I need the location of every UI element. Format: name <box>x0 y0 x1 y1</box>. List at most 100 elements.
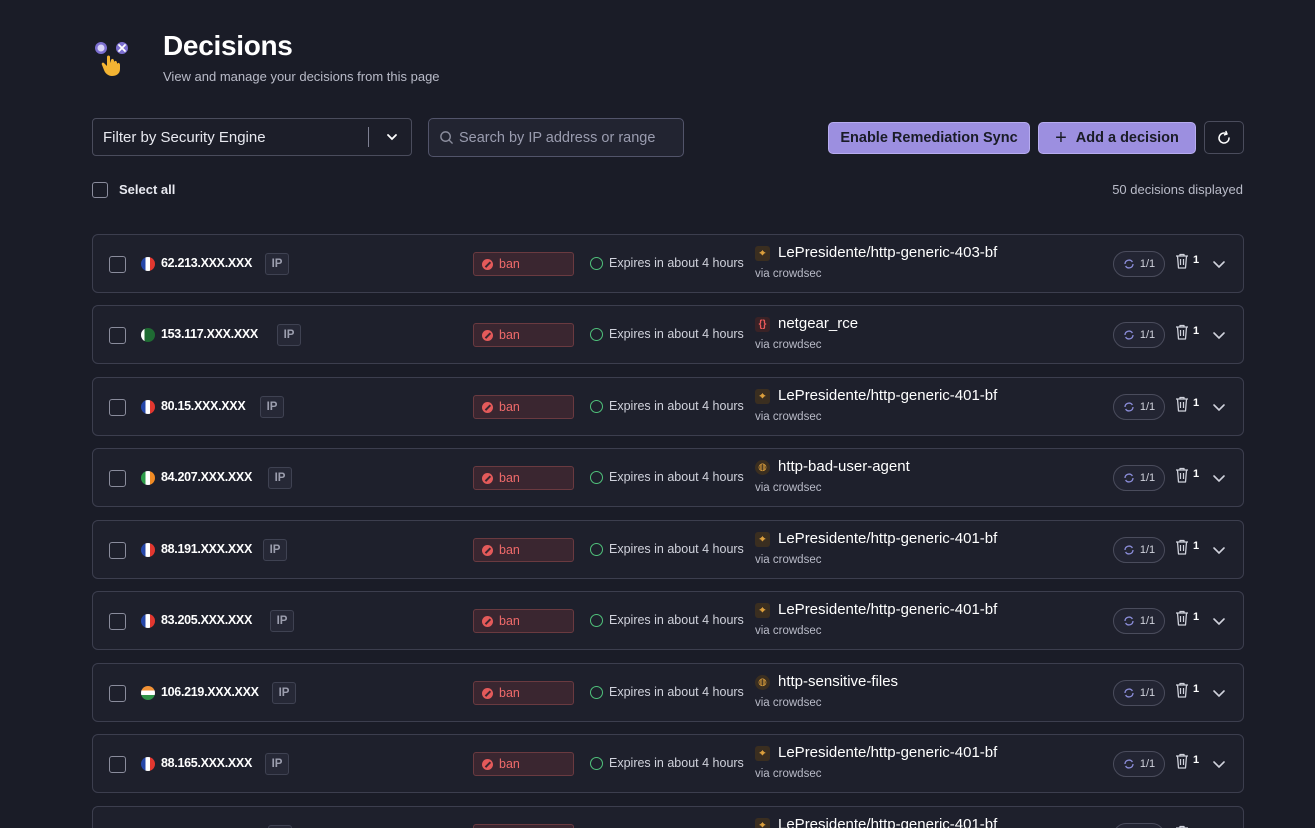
sync-status-pill[interactable]: 1/1 <box>1113 322 1165 348</box>
search-field[interactable] <box>428 118 684 157</box>
chevron-down-icon[interactable] <box>1211 542 1227 558</box>
row-checkbox[interactable] <box>109 613 126 630</box>
chevron-down-icon[interactable] <box>1211 613 1227 629</box>
ip-address: 88.165.XXX.XXX <box>161 756 253 770</box>
sync-icon <box>1124 330 1134 340</box>
decisions-page: Decisions View and manage your decisions… <box>0 0 1315 828</box>
sync-icon <box>1124 473 1134 483</box>
sync-status-pill[interactable]: 1/1 <box>1113 465 1165 491</box>
scenario-name[interactable]: LePresidente/http-generic-401-bf <box>778 530 997 547</box>
scenario-name[interactable]: LePresidente/http-generic-401-bf <box>778 387 997 404</box>
ban-icon <box>482 258 493 270</box>
scenario-name[interactable]: netgear_rce <box>778 315 858 332</box>
decision-pointer-icon <box>95 42 128 76</box>
chevron-down-icon[interactable] <box>1211 399 1227 415</box>
action-label: ban <box>499 400 520 414</box>
action-badge: ban <box>473 609 574 633</box>
enable-remediation-sync-button[interactable]: Enable Remediation Sync <box>828 122 1030 154</box>
trash-icon[interactable] <box>1175 396 1189 412</box>
sync-status-pill[interactable]: 1/1 <box>1113 608 1165 634</box>
expiration-icon <box>590 686 603 699</box>
trash-icon[interactable] <box>1175 539 1189 555</box>
select-all-checkbox[interactable] <box>92 182 108 198</box>
security-engine-filter[interactable]: Filter by Security Engine <box>92 118 412 156</box>
refresh-button[interactable] <box>1204 121 1244 154</box>
decision-row[interactable]: 88.165.XXX.XXX IP ban Expires in about 4 ho… <box>92 734 1244 793</box>
decision-row[interactable]: 84.207.XXX.XXX IP ban Expires in about 4 ho… <box>92 448 1244 507</box>
country-flag-icon <box>141 543 155 557</box>
action-badge: ban <box>473 395 574 419</box>
delete-count: 1 <box>1193 540 1200 552</box>
row-checkbox[interactable] <box>109 756 126 773</box>
sync-status-pill[interactable]: 1/1 <box>1113 751 1165 777</box>
row-checkbox[interactable] <box>109 327 126 344</box>
expiration-icon <box>590 400 603 413</box>
action-badge: ban <box>473 538 574 562</box>
scenario-name[interactable]: LePresidente/http-generic-401-bf <box>778 601 997 618</box>
decision-row[interactable]: 80.15.XXX.XXX IP ban Expires in about 4 hou… <box>92 377 1244 436</box>
decision-row[interactable]: 83.205.XXX.XXX IP ban Expires in about 4 ho… <box>92 591 1244 650</box>
sync-icon <box>1124 616 1134 626</box>
decision-row[interactable]: 62.213.XXX.XXX IP ban Expires in about 4 ho… <box>92 234 1244 293</box>
filter-label: Filter by Security Engine <box>103 128 266 146</box>
scope-tag: IP <box>260 396 284 418</box>
ban-icon <box>482 758 493 770</box>
chevron-down-icon[interactable] <box>1211 327 1227 343</box>
cve-icon: {} <box>755 317 770 332</box>
page-title: Decisions <box>163 30 293 61</box>
sync-status-pill[interactable]: 1/1 <box>1113 537 1165 563</box>
trash-icon[interactable] <box>1175 467 1189 483</box>
trash-icon[interactable] <box>1175 610 1189 626</box>
sync-count: 1/1 <box>1139 329 1156 341</box>
country-flag-icon <box>141 257 155 271</box>
decision-row[interactable]: IPban⌖LePresidente/http-generic-401-bf <box>92 806 1244 828</box>
trash-icon[interactable] <box>1175 682 1189 698</box>
scenario-source: via crowdsec <box>755 554 822 566</box>
sync-count: 1/1 <box>1139 544 1156 556</box>
scenario-name[interactable]: LePresidente/http-generic-401-bf <box>778 816 997 828</box>
row-checkbox[interactable] <box>109 256 126 273</box>
sync-status-pill[interactable] <box>1113 823 1165 828</box>
trash-icon[interactable] <box>1175 324 1189 340</box>
row-checkbox[interactable] <box>109 542 126 559</box>
scenario-name[interactable]: LePresidente/http-generic-401-bf <box>778 744 997 761</box>
ban-icon <box>482 544 493 556</box>
action-label: ban <box>499 757 520 771</box>
scenario-name[interactable]: http-bad-user-agent <box>778 458 910 475</box>
chevron-down-icon[interactable] <box>1211 256 1227 272</box>
scenario-name[interactable]: LePresidente/http-generic-403-bf <box>778 244 997 261</box>
decision-row[interactable]: 153.117.XXX.XXX IP ban Expires in about 4 h… <box>92 305 1244 364</box>
scenario-name[interactable]: http-sensitive-files <box>778 673 898 690</box>
action-label: ban <box>499 328 520 342</box>
ip-address: 62.213.XXX.XXX <box>161 256 253 270</box>
decision-row[interactable]: 106.219.XXX.XXX IP ban Expires in about 4 h… <box>92 663 1244 722</box>
expiration-text: Expires in about 4 hours <box>609 470 744 484</box>
action-badge: ban <box>473 252 574 276</box>
scenario-source: via crowdsec <box>755 625 822 637</box>
chevron-down-icon[interactable] <box>379 130 405 144</box>
add-decision-button[interactable]: + Add a decision <box>1038 122 1196 154</box>
trash-icon[interactable] <box>1175 753 1189 769</box>
chevron-down-icon[interactable] <box>1211 470 1227 486</box>
ban-icon <box>482 472 493 484</box>
chevron-down-icon[interactable] <box>1211 685 1227 701</box>
trash-icon[interactable] <box>1175 253 1189 269</box>
search-input[interactable] <box>459 129 679 146</box>
sync-status-pill[interactable]: 1/1 <box>1113 394 1165 420</box>
decision-row[interactable]: 88.191.XXX.XXX IP ban Expires in about 4 ho… <box>92 520 1244 579</box>
row-checkbox[interactable] <box>109 470 126 487</box>
ban-icon <box>482 329 493 341</box>
row-checkbox[interactable] <box>109 399 126 416</box>
ip-address: 88.191.XXX.XXX <box>161 542 253 556</box>
page-subtitle: View and manage your decisions from this… <box>163 69 440 84</box>
chevron-down-icon[interactable] <box>1211 756 1227 772</box>
sync-status-pill[interactable]: 1/1 <box>1113 680 1165 706</box>
sync-icon <box>1124 402 1134 412</box>
row-checkbox[interactable] <box>109 685 126 702</box>
ip-address: 83.205.XXX.XXX <box>161 613 253 627</box>
sync-status-pill[interactable]: 1/1 <box>1113 251 1165 277</box>
brute-force-icon: ⌖ <box>755 818 770 828</box>
brute-force-icon: ⌖ <box>755 603 770 618</box>
scenario-source: via crowdsec <box>755 697 822 709</box>
expiration-text: Expires in about 4 hours <box>609 613 744 627</box>
